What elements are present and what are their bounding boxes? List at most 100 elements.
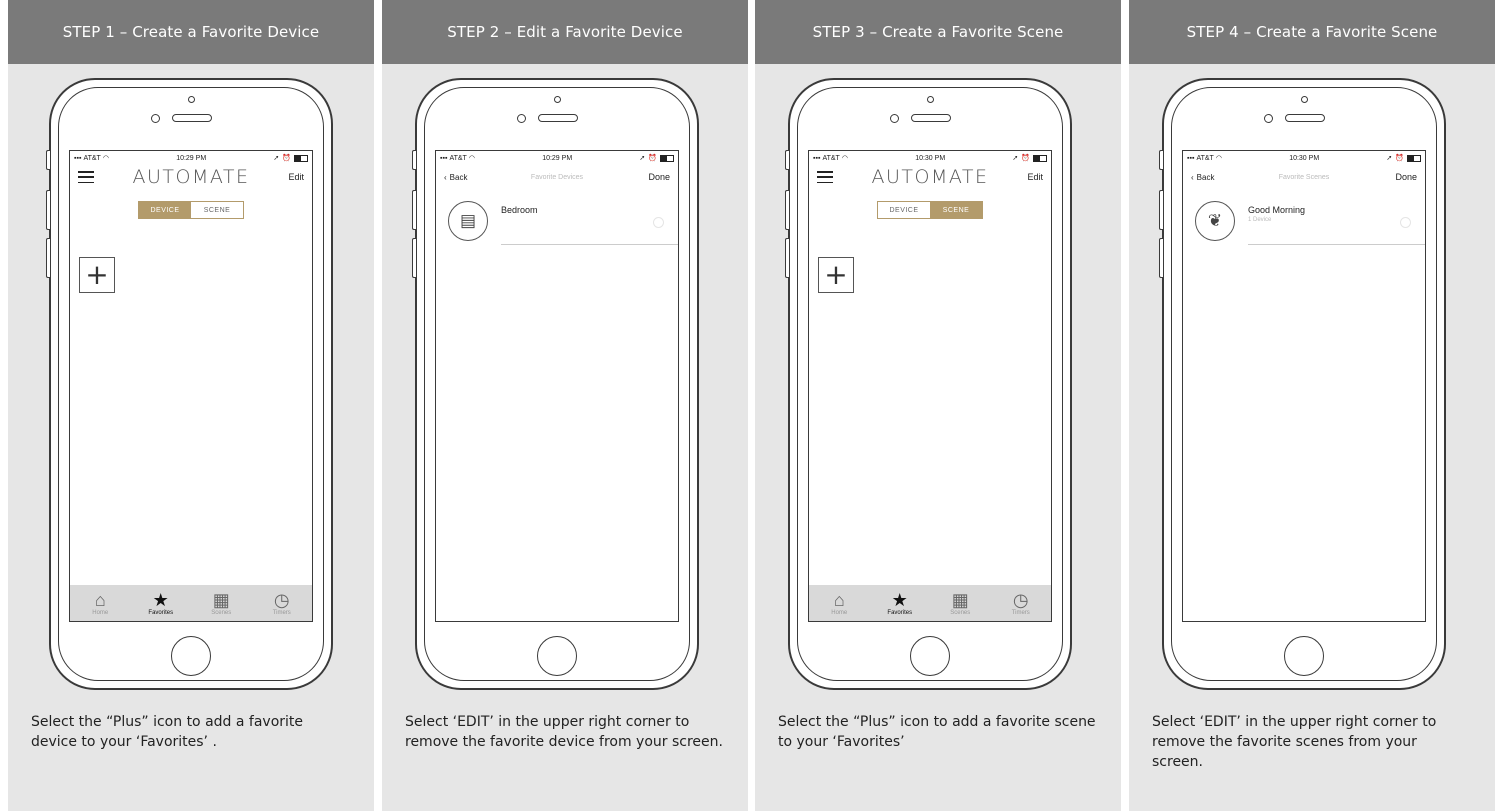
step-4-panel: STEP 4 – Create a Favorite Scene ▪▪▪ AT&T… (1129, 0, 1495, 811)
tab-scenes[interactable]: ▦ Scenes (201, 590, 241, 616)
carrier-label: AT&T (83, 154, 101, 162)
location-icon: ➚ (1386, 155, 1393, 162)
time-label: 10:30 PM (915, 154, 946, 162)
list-item[interactable]: ❦ Good Morning 1 Device (1183, 197, 1425, 247)
film-icon: ▦ (212, 590, 230, 610)
star-icon: ★ (152, 590, 169, 610)
wifi-icon: ◠ (468, 155, 475, 162)
signal-icon: ▪▪▪ (440, 154, 448, 162)
step-header: STEP 3 – Create a Favorite Scene (755, 0, 1121, 64)
delete-handle[interactable] (1400, 217, 1411, 228)
status-bar: ▪▪▪ AT&T ◠ 10:29 PM ➚ ⏰ (70, 151, 312, 165)
tab-favorites[interactable]: ★ Favorites (880, 590, 920, 616)
carrier-label: AT&T (449, 154, 467, 162)
delete-handle[interactable] (653, 217, 664, 228)
step-3-panel: STEP 3 – Create a Favorite Scene ▪▪▪ AT&T… (755, 0, 1121, 811)
device-segment[interactable]: DEVICE (878, 202, 930, 218)
tab-favorites[interactable]: ★ Favorites (141, 590, 181, 616)
tab-scenes[interactable]: ▦ Scenes (940, 590, 980, 616)
leaf-icon: ❦ (1195, 201, 1235, 241)
device-segment[interactable]: DEVICE (139, 202, 191, 218)
add-favorite-button[interactable]: + (79, 257, 115, 293)
battery-icon (1407, 154, 1421, 162)
tab-home[interactable]: ⌂ Home (80, 590, 120, 616)
step-header: STEP 4 – Create a Favorite Scene (1129, 0, 1495, 64)
menu-icon[interactable] (817, 171, 833, 183)
wifi-icon: ◠ (1215, 155, 1222, 162)
nav-bar: ‹ Back Favorite Scenes Done (1183, 165, 1425, 189)
battery-icon (660, 154, 674, 162)
list-item[interactable]: ▤ Bedroom (436, 197, 678, 247)
item-label: Bedroom (501, 205, 538, 215)
done-button[interactable]: Done (648, 172, 670, 182)
app-logo: AUTOMATE (132, 166, 250, 188)
tab-home[interactable]: ⌂ Home (819, 590, 859, 616)
step-1-panel: STEP 1 – Create a Favorite Device ▪▪▪ AT&… (8, 0, 374, 811)
time-label: 10:29 PM (176, 154, 207, 162)
scene-segment[interactable]: SCENE (191, 202, 243, 218)
phone-frame: ▪▪▪ AT&T ◠ 10:30 PM ➚ ⏰ AUTOMATE Edit DEVIC… (785, 78, 1072, 690)
step-caption: Select ‘EDIT’ in the upper right corner … (1152, 714, 1437, 770)
scene-segment[interactable]: SCENE (930, 202, 982, 218)
clock-icon: ◷ (1012, 590, 1029, 610)
nav-bar: AUTOMATE Edit (809, 165, 1051, 189)
back-button[interactable]: ‹ Back (444, 173, 467, 182)
edit-button[interactable]: Edit (1027, 172, 1043, 182)
tab-bar: ⌂ Home ★ Favorites ▦ Scenes ◷ Timers (809, 585, 1051, 621)
status-bar: ▪▪▪ AT&T ◠ 10:30 PM ➚ ⏰ (1183, 151, 1425, 165)
status-bar: ▪▪▪ AT&T ◠ 10:30 PM ➚ ⏰ (809, 151, 1051, 165)
phone-screen: ▪▪▪ AT&T ◠ 10:29 PM ➚ ⏰ ‹ Back Favorite Devi… (435, 150, 679, 622)
step-caption: Select ‘EDIT’ in the upper right corner … (405, 714, 723, 750)
step-caption: Select the “Plus” icon to add a favorite… (31, 714, 304, 750)
phone-frame: ▪▪▪ AT&T ◠ 10:29 PM ➚ ⏰ AUTOMATE Edit DEVIC… (46, 78, 333, 690)
wifi-icon: ◠ (841, 155, 848, 162)
phone-home-button (910, 636, 950, 676)
home-icon: ⌂ (833, 590, 845, 610)
clock-icon: ◷ (273, 590, 290, 610)
edit-button[interactable]: Edit (288, 172, 304, 182)
add-favorite-button[interactable]: + (818, 257, 854, 293)
home-icon: ⌂ (94, 590, 106, 610)
device-scene-toggle: DEVICE SCENE (138, 201, 244, 219)
film-icon: ▦ (951, 590, 969, 610)
step-caption: Select the “Plus” icon to add a favorite… (778, 714, 1096, 750)
tab-timers[interactable]: ◷ Timers (1001, 590, 1041, 616)
signal-icon: ▪▪▪ (74, 154, 82, 162)
item-sublabel: 1 Device (1248, 217, 1272, 223)
star-icon: ★ (891, 590, 908, 610)
done-button[interactable]: Done (1395, 172, 1417, 182)
nav-title: Favorite Devices (530, 173, 584, 181)
shade-icon: ▤ (448, 201, 488, 241)
battery-icon (1033, 154, 1047, 162)
signal-icon: ▪▪▪ (1187, 154, 1195, 162)
tab-timers[interactable]: ◷ Timers (262, 590, 302, 616)
step-header: STEP 2 – Edit a Favorite Device (382, 0, 748, 64)
app-logo: AUTOMATE (871, 166, 989, 188)
phone-home-button (171, 636, 211, 676)
nav-bar: ‹ Back Favorite Devices Done (436, 165, 678, 189)
tab-bar: ⌂ Home ★ Favorites ▦ Scenes ◷ Timers (70, 585, 312, 621)
phone-frame: ▪▪▪ AT&T ◠ 10:29 PM ➚ ⏰ ‹ Back Favorite Devi… (412, 78, 699, 690)
chevron-left-icon: ‹ (1191, 172, 1194, 182)
status-bar: ▪▪▪ AT&T ◠ 10:29 PM ➚ ⏰ (436, 151, 678, 165)
alarm-icon: ⏰ (282, 155, 291, 162)
time-label: 10:30 PM (1289, 154, 1320, 162)
phone-frame: ▪▪▪ AT&T ◠ 10:30 PM ➚ ⏰ ‹ Back Favorite Scen… (1159, 78, 1446, 690)
phone-home-button (1284, 636, 1324, 676)
phone-home-button (537, 636, 577, 676)
item-label: Good Morning (1248, 205, 1306, 215)
alarm-icon: ⏰ (1395, 155, 1404, 162)
nav-title: Favorite Scenes (1278, 173, 1330, 181)
menu-icon[interactable] (78, 171, 94, 183)
wifi-icon: ◠ (102, 155, 109, 162)
chevron-left-icon: ‹ (444, 172, 447, 182)
phone-screen: ▪▪▪ AT&T ◠ 10:29 PM ➚ ⏰ AUTOMATE Edit DEVIC… (69, 150, 313, 622)
carrier-label: AT&T (1196, 154, 1214, 162)
signal-icon: ▪▪▪ (813, 154, 821, 162)
device-scene-toggle: DEVICE SCENE (877, 201, 983, 219)
location-icon: ➚ (639, 155, 646, 162)
time-label: 10:29 PM (542, 154, 573, 162)
back-button[interactable]: ‹ Back (1191, 173, 1214, 182)
carrier-label: AT&T (822, 154, 840, 162)
nav-bar: AUTOMATE Edit (70, 165, 312, 189)
